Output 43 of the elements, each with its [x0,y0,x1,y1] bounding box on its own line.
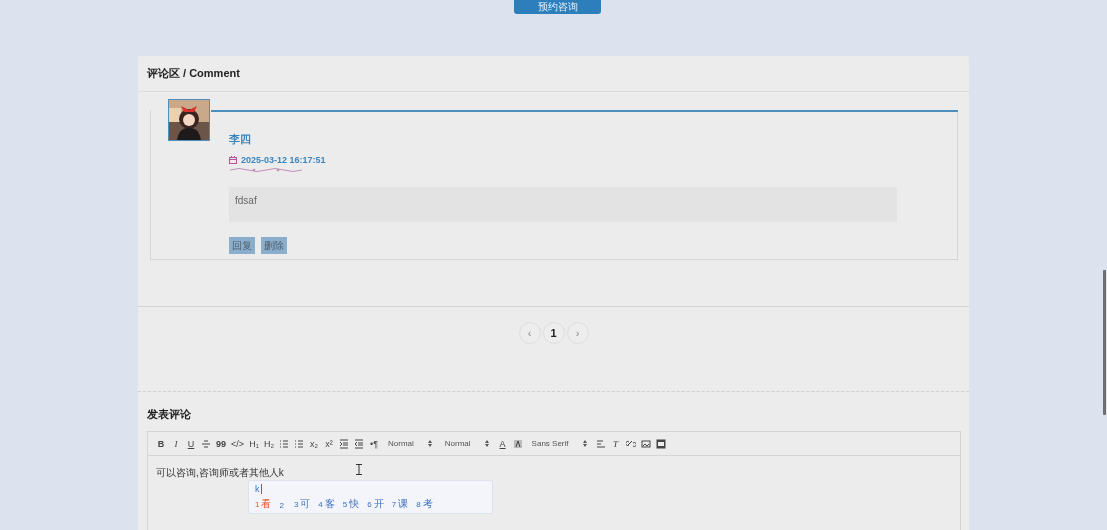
format-button[interactable]: 99 [216,438,226,449]
page-button[interactable]: 1 [542,322,565,344]
format-button[interactable]: x₂ [309,438,320,449]
ime-candidate[interactable]: 2 [279,498,286,510]
format-button[interactable]: U [186,438,196,449]
video-icon[interactable] [655,438,666,449]
compose-title: 发表评论 [147,407,191,422]
format-button[interactable]: •¶ [369,438,380,449]
ime-candidate[interactable]: 8 考 [416,497,433,511]
ime-candidate[interactable]: 6 开 [367,497,384,511]
sort-arrows-icon [582,440,587,447]
indent-icon[interactable] [339,438,350,449]
author-name: 李四 [229,132,251,147]
format-button[interactable]: H₂ [264,438,275,449]
wavy-divider-icon [229,167,303,173]
format-button[interactable]: </> [231,438,245,449]
ime-candidate[interactable]: 7 课 [391,497,409,511]
text-cursor-icon [356,464,362,475]
ime-candidate[interactable]: 5 快 [342,497,360,511]
format-button[interactable]: x² [324,438,335,449]
comment-text: fdsaf [229,187,897,222]
comment-date: 2025-03-12 16:17:51 [241,155,326,165]
ime-candidate[interactable]: 4 客 [318,497,335,511]
section-title: 评论区 / Comment [147,66,240,81]
image-icon[interactable] [640,438,651,449]
format-button[interactable]: H₁ [249,438,260,449]
format-dropdown[interactable]: Sans Serif [527,439,591,448]
format-dropdown[interactable]: Normal [440,439,493,448]
sort-arrows-icon [484,440,489,447]
outdent-icon[interactable] [354,438,365,449]
format-button[interactable]: I [171,438,181,449]
format-button[interactable]: T [610,438,621,449]
ime-candidate[interactable]: 1 看 [255,497,272,511]
format-dropdown[interactable]: Normal [384,439,436,448]
format-button[interactable]: A [497,438,508,449]
consult-button[interactable]: 预约咨询 [514,0,601,14]
sort-arrows-icon [427,440,432,447]
scrollbar-thumb[interactable] [1103,270,1106,415]
format-button[interactable]: B [156,438,166,449]
highlight-icon[interactable] [512,438,523,449]
calendar-icon [229,156,237,164]
ime-candidate[interactable]: 3 可 [293,497,311,511]
editor-text: 可以咨询,咨询师或者其他人k [156,467,284,478]
